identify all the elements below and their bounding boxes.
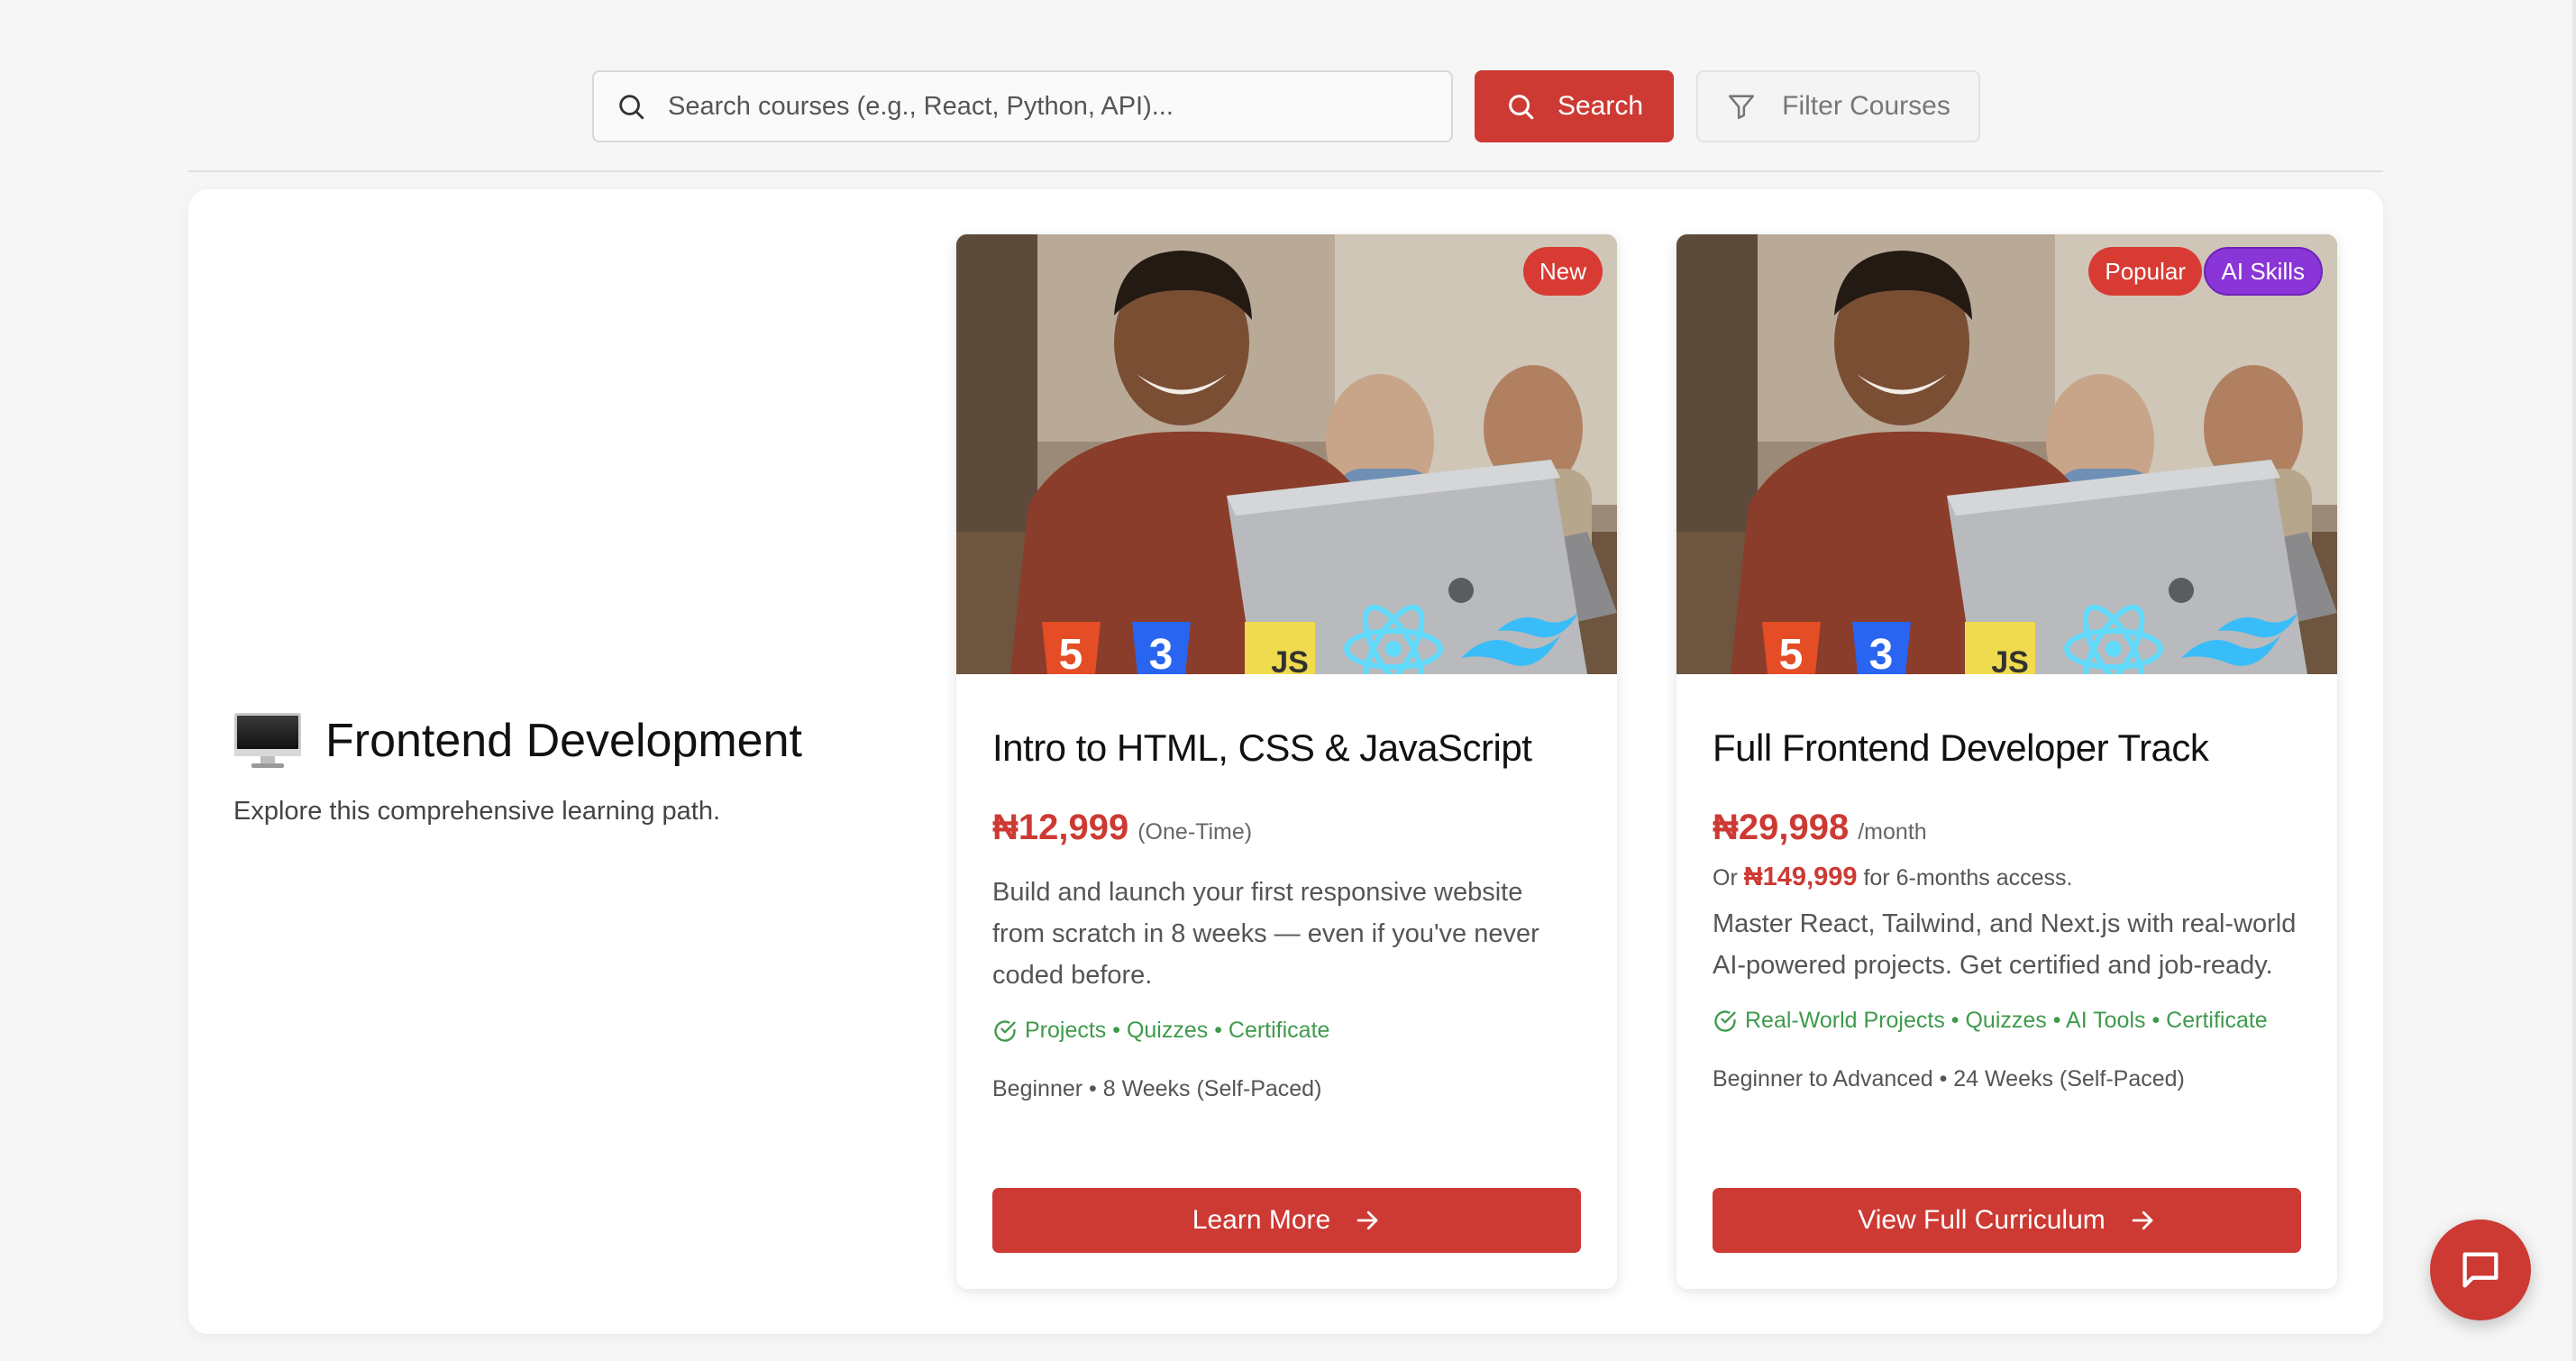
badge-new: New xyxy=(1522,247,1603,296)
search-button[interactable]: Search xyxy=(1475,70,1674,142)
price-row: ₦12,999 (One-Time) xyxy=(992,808,1581,848)
search-input[interactable] xyxy=(668,91,1407,122)
alternative-price: Or ₦149,999 for 6-months access. xyxy=(1713,863,2301,892)
course-photo: 5 3 JS xyxy=(1676,234,2337,674)
course-image: 5 3 JS Popular AI Skills xyxy=(1676,234,2337,674)
course-price: ₦12,999 xyxy=(992,808,1129,847)
category-title: Frontend Development xyxy=(233,712,900,770)
section-divider xyxy=(188,170,2383,172)
category-title-text: Frontend Development xyxy=(325,715,802,767)
search-icon xyxy=(1509,95,1534,120)
course-description: Master React, Tailwind, and Next.js with… xyxy=(1713,909,2297,980)
course-price: ₦29,998 xyxy=(1713,808,1850,847)
price-note: (One-Time) xyxy=(1137,819,1253,845)
course-card-full-frontend-track[interactable]: 5 3 JS Popular AI Skills Full Frontend D… xyxy=(1676,234,2337,1289)
view-full-curriculum-button[interactable]: View Full Curriculum xyxy=(1713,1188,2301,1253)
check-circle-icon xyxy=(994,1019,1016,1042)
category-subtitle: Explore this comprehensive learning path… xyxy=(233,797,721,826)
badge-popular: Popular xyxy=(2088,247,2202,296)
alt-price-suffix: for 6-months access. xyxy=(1863,865,2073,891)
course-card-body: Full Frontend Developer Track ₦29,998 /m… xyxy=(1676,674,2337,1289)
search-icon xyxy=(619,95,644,120)
course-category-panel: Frontend Development Explore this compre… xyxy=(188,189,2383,1334)
search-button-label: Search xyxy=(1557,91,1644,121)
course-photo: 5 3 JS xyxy=(956,234,1617,674)
price-note: /month xyxy=(1858,819,1927,845)
search-field-container[interactable] xyxy=(592,70,1453,142)
chat-bubble-icon xyxy=(2462,1252,2498,1288)
scrollbar-track[interactable] xyxy=(2572,0,2576,1361)
price-row: ₦29,998 /month xyxy=(1713,808,2301,848)
course-features: Real-World Projects • Quizzes • AI Tools… xyxy=(1713,1008,2301,1034)
svg-text:5: 5 xyxy=(1779,631,1804,674)
category-header: Frontend Development Explore this compre… xyxy=(233,712,900,827)
course-features: Projects • Quizzes • Certificate xyxy=(992,1018,1581,1044)
course-meta: Beginner • 8 Weeks (Self-Paced) xyxy=(992,1076,1322,1101)
svg-text:JS: JS xyxy=(1271,645,1309,674)
search-bar: Search Filter Courses xyxy=(592,70,1980,142)
chat-button[interactable] xyxy=(2430,1219,2531,1320)
arrow-right-icon xyxy=(1357,1210,1378,1230)
alt-price-prefix: Or xyxy=(1713,865,1738,891)
course-image: 5 3 JS New xyxy=(956,234,1617,674)
filter-icon xyxy=(1729,95,1755,120)
filter-courses-button[interactable]: Filter Courses xyxy=(1696,70,1980,142)
arrow-right-icon xyxy=(2132,1210,2153,1230)
filter-courses-label: Filter Courses xyxy=(1782,91,1950,121)
check-circle-icon xyxy=(1714,1009,1736,1032)
course-title: Full Frontend Developer Track xyxy=(1713,726,2209,769)
course-card-body: Intro to HTML, CSS & JavaScript ₦12,999 … xyxy=(956,674,1617,1289)
badge-ai-skills: AI Skills xyxy=(2203,247,2323,296)
svg-text:3: 3 xyxy=(1869,631,1894,674)
svg-text:JS: JS xyxy=(1991,645,2029,674)
course-features-text: Projects • Quizzes • Certificate xyxy=(1025,1018,1330,1043)
course-meta: Beginner to Advanced • 24 Weeks (Self-Pa… xyxy=(1713,1066,2185,1092)
monitor-icon xyxy=(234,713,301,768)
alt-price-amount: ₦149,999 xyxy=(1743,863,1858,891)
svg-text:5: 5 xyxy=(1059,631,1083,674)
course-features-text: Real-World Projects • Quizzes • AI Tools… xyxy=(1745,1008,2268,1033)
view-full-curriculum-label: View Full Curriculum xyxy=(1858,1205,2106,1235)
learn-more-label: Learn More xyxy=(1192,1205,1331,1235)
svg-text:3: 3 xyxy=(1149,631,1174,674)
learn-more-button[interactable]: Learn More xyxy=(992,1188,1581,1253)
course-title: Intro to HTML, CSS & JavaScript xyxy=(992,726,1532,769)
course-card-intro-html-css-js[interactable]: 5 3 JS New Intro to HTML, CSS & JavaScri… xyxy=(956,234,1617,1289)
course-description: Build and launch your first responsive w… xyxy=(992,878,1539,990)
